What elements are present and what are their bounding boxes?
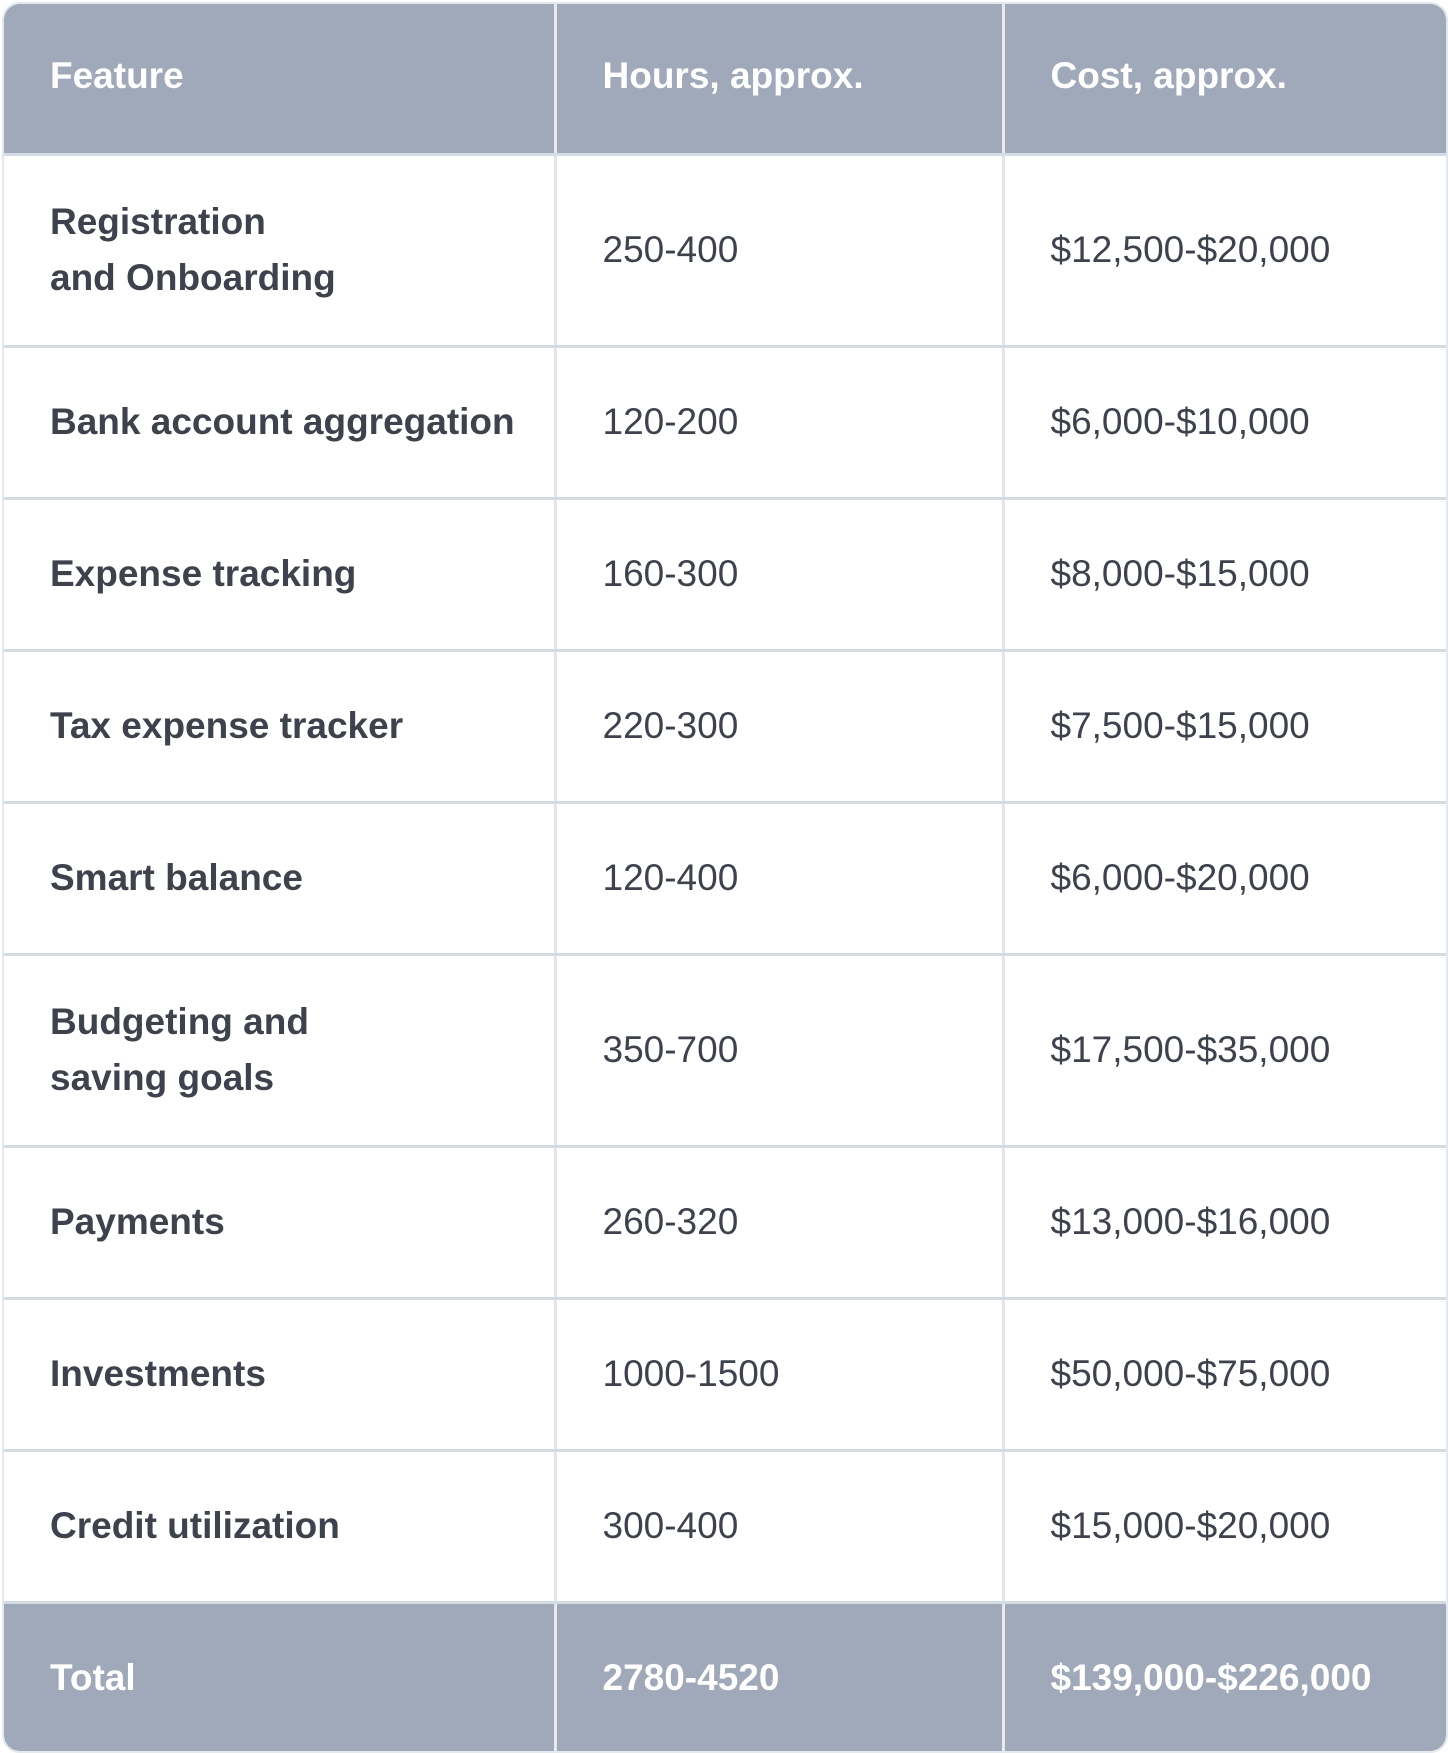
feature-label: Payments [50,1201,225,1243]
cost-cell: $6,000-$20,000 [1003,802,1446,956]
feature-label: Investments [50,1353,266,1395]
table-row: Investments 1000-1500 $50,000-$75,000 [4,1298,1446,1452]
table-row: Payments 260-320 $13,000-$16,000 [4,1146,1446,1300]
header-cost: Cost, approx. [1003,4,1446,156]
feature-cost-table: Feature Hours, approx. Cost, approx. Reg… [4,4,1446,1751]
cost-table-container: Feature Hours, approx. Cost, approx. Reg… [2,2,1448,1753]
table-body: Registration and Onboarding 250-400 $12,… [4,154,1446,1605]
cost-cell: $7,500-$15,000 [1003,650,1446,804]
total-row: Total 2780-4520 $139,000-$226,000 [4,1602,1446,1751]
hours-cell: 250-400 [555,154,1005,348]
feature-cell: Investments [4,1298,557,1452]
table-row: Registration and Onboarding 250-400 $12,… [4,154,1446,348]
header-hours: Hours, approx. [555,4,1005,156]
hours-cell: 120-400 [555,802,1005,956]
hours-cell: 300-400 [555,1450,1005,1605]
table-row: Budgeting and saving goals 350-700 $17,5… [4,954,1446,1148]
feature-label: Registration and Onboarding [50,201,336,299]
feature-cell: Smart balance [4,802,557,956]
cost-cell: $8,000-$15,000 [1003,498,1446,652]
feature-label: Tax expense tracker [50,705,404,747]
hours-cell: 350-700 [555,954,1005,1148]
header-feature: Feature [4,4,557,156]
feature-cell: Bank account aggregation [4,346,557,500]
cost-cell: $12,500-$20,000 [1003,154,1446,348]
table-row: Expense tracking 160-300 $8,000-$15,000 [4,498,1446,652]
table-row: Smart balance 120-400 $6,000-$20,000 [4,802,1446,956]
table-row: Tax expense tracker 220-300 $7,500-$15,0… [4,650,1446,804]
cost-cell: $50,000-$75,000 [1003,1298,1446,1452]
table-row: Bank account aggregation 120-200 $6,000-… [4,346,1446,500]
total-cost: $139,000-$226,000 [1003,1602,1446,1751]
feature-cell: Tax expense tracker [4,650,557,804]
feature-cell: Credit utilization [4,1450,557,1605]
hours-cell: 120-200 [555,346,1005,500]
cost-cell: $17,500-$35,000 [1003,954,1446,1148]
cost-cell: $6,000-$10,000 [1003,346,1446,500]
feature-cell: Expense tracking [4,498,557,652]
table-row: Credit utilization 300-400 $15,000-$20,0… [4,1450,1446,1605]
hours-cell: 1000-1500 [555,1298,1005,1452]
header-row: Feature Hours, approx. Cost, approx. [4,4,1446,156]
feature-label: Expense tracking [50,553,357,595]
cost-cell: $13,000-$16,000 [1003,1146,1446,1300]
table-footer: Total 2780-4520 $139,000-$226,000 [4,1602,1446,1751]
table-header: Feature Hours, approx. Cost, approx. [4,4,1446,156]
hours-cell: 220-300 [555,650,1005,804]
feature-cell: Registration and Onboarding [4,154,557,348]
total-label: Total [4,1602,557,1751]
total-hours: 2780-4520 [555,1602,1005,1751]
feature-label: Bank account aggregation [50,401,515,443]
feature-label: Smart balance [50,857,303,899]
feature-cell: Budgeting and saving goals [4,954,557,1148]
feature-cell: Payments [4,1146,557,1300]
feature-label: Credit utilization [50,1505,340,1547]
hours-cell: 160-300 [555,498,1005,652]
feature-label: Budgeting and saving goals [50,1001,309,1099]
cost-cell: $15,000-$20,000 [1003,1450,1446,1605]
hours-cell: 260-320 [555,1146,1005,1300]
